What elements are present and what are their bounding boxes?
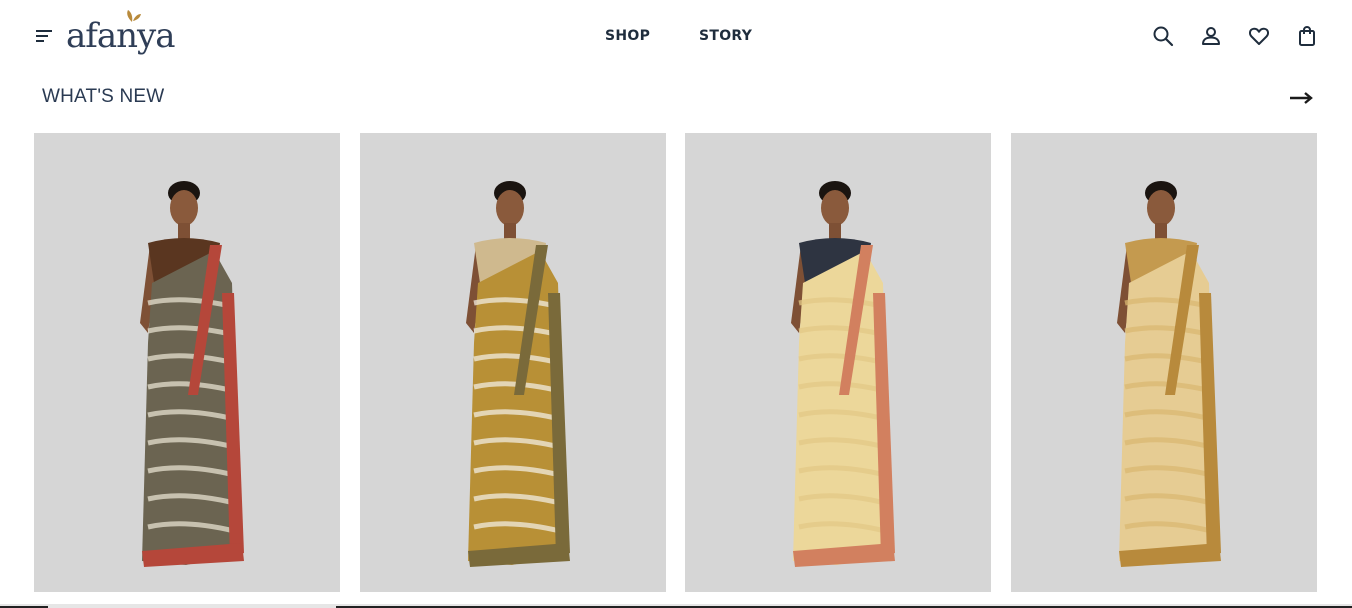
product-card[interactable] [34, 133, 340, 592]
nav-shop[interactable]: SHOP [605, 28, 650, 44]
product-grid [34, 133, 1318, 593]
product-card[interactable] [1011, 133, 1317, 592]
product-image [1117, 181, 1221, 567]
site-logo[interactable]: afanya [66, 8, 176, 60]
product-card[interactable] [685, 133, 991, 592]
scroll-indicator [0, 604, 1352, 608]
product-image [140, 181, 244, 567]
search-icon[interactable] [1151, 24, 1175, 48]
leaf-icon [127, 10, 141, 22]
product-image [791, 181, 895, 567]
logo-text: afanya [66, 16, 176, 56]
bag-icon[interactable] [1295, 24, 1319, 48]
arrow-right-icon[interactable] [1288, 88, 1314, 108]
site-header: afanya SHOP STORY [0, 0, 1352, 74]
menu-icon[interactable] [34, 26, 54, 46]
heart-icon[interactable] [1247, 24, 1271, 48]
product-image [466, 181, 570, 567]
nav-story[interactable]: STORY [699, 28, 752, 44]
product-card[interactable] [360, 133, 666, 592]
section-title: WHAT'S NEW [42, 86, 165, 107]
user-icon[interactable] [1199, 24, 1223, 48]
